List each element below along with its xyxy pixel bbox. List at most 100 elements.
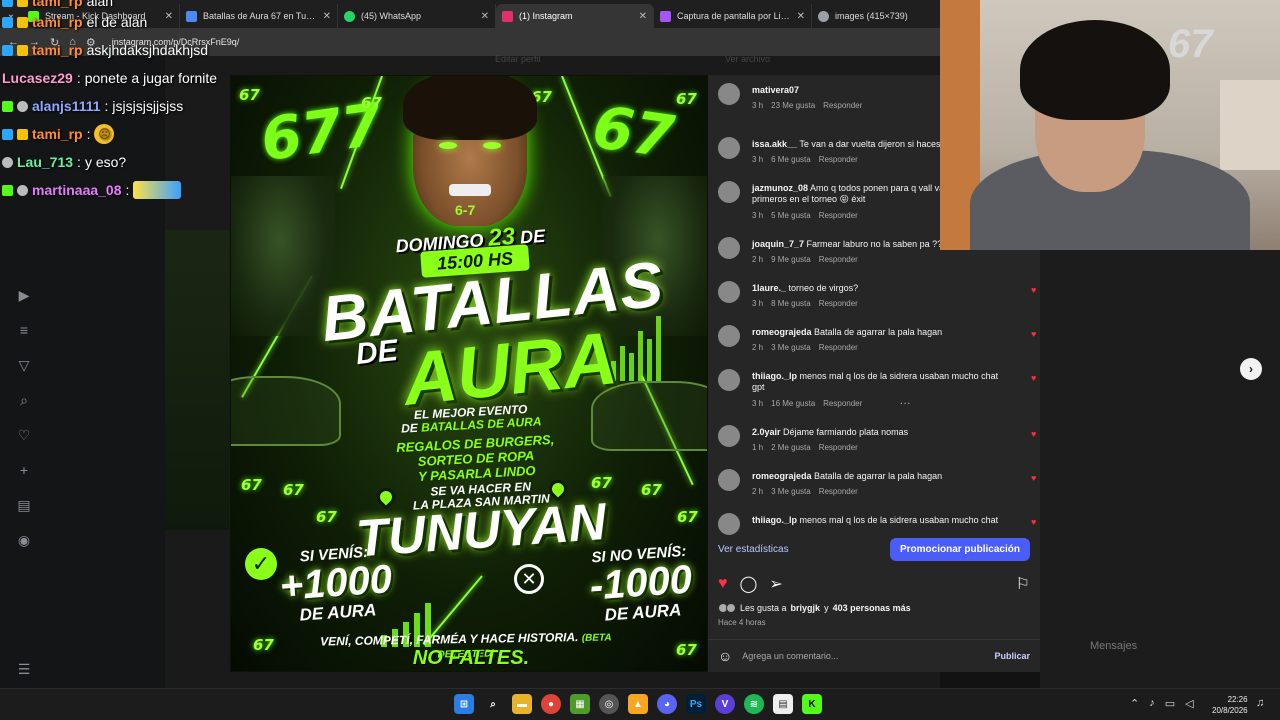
chevron-up-icon[interactable]: ⌃ [1130, 697, 1139, 710]
publish-button[interactable]: Publicar [994, 651, 1030, 661]
comment-username[interactable]: 1laure._ [752, 283, 786, 293]
chart-icon[interactable]: ▤ [12, 496, 36, 514]
view-stats-link[interactable]: Ver estadísticas [718, 544, 789, 555]
photoshop-icon[interactable]: Ps [686, 694, 706, 714]
close-tab-icon[interactable]: ✕ [797, 11, 805, 22]
likes-user[interactable]: briygjk [791, 603, 821, 613]
chat-username[interactable]: tami_rp [32, 14, 83, 30]
chat-username[interactable]: tami_rp [32, 126, 83, 142]
comment-likes[interactable]: 5 Me gusta [771, 211, 811, 220]
clock[interactable]: 22:26 20/8/2026 [1212, 694, 1248, 716]
reply-button[interactable]: Responder [819, 487, 858, 496]
menu-icon[interactable]: ☰ [12, 660, 36, 678]
comment-username[interactable]: joaquin_7_7 [752, 239, 804, 249]
comment-icon[interactable]: ◯ [740, 574, 758, 594]
volume-icon[interactable]: ◁ [1185, 697, 1193, 710]
spotify-icon[interactable]: ≋ [744, 694, 764, 714]
search-icon[interactable]: ⌕ [483, 694, 503, 714]
tab-instagram[interactable]: (1) Instagram ✕ [496, 4, 654, 28]
avatar[interactable] [718, 513, 740, 535]
comment-likes[interactable]: 23 Me gusta [771, 101, 815, 110]
chat-username[interactable]: tami_rp [32, 0, 83, 9]
share-icon[interactable]: ➢ [769, 574, 782, 594]
heart-filled-icon[interactable]: ♥ [1031, 473, 1036, 483]
comment-username[interactable]: romeograjeda [752, 327, 812, 337]
comment-input[interactable] [742, 651, 985, 661]
reply-button[interactable]: Responder [823, 399, 862, 408]
heart-filled-icon[interactable]: ♥ [1031, 429, 1036, 439]
brave-icon[interactable]: ▲ [628, 694, 648, 714]
comment-likes[interactable]: 16 Me gusta [771, 399, 815, 408]
avatar[interactable] [718, 181, 740, 203]
comment-likes[interactable]: 8 Me gusta [771, 299, 811, 308]
avatar[interactable] [718, 325, 740, 347]
comment-username[interactable]: thiiago._lp [752, 371, 797, 381]
notification-bell-icon[interactable]: ♫ [1256, 697, 1264, 709]
chat-username[interactable]: alanjs1111 [32, 98, 101, 114]
close-tab-icon[interactable]: ✕ [639, 11, 647, 22]
tab-whatsapp[interactable]: (45) WhatsApp ✕ [338, 4, 496, 28]
next-post-button[interactable]: › [1240, 358, 1262, 380]
avatar[interactable] [718, 237, 740, 259]
heart-filled-icon[interactable]: ♥ [1031, 517, 1036, 527]
bookmark-icon[interactable]: ⚐ [1016, 574, 1030, 594]
kick-icon[interactable]: K [802, 694, 822, 714]
notepad-icon[interactable]: ▤ [773, 694, 793, 714]
comment-likes[interactable]: 6 Me gusta [771, 155, 811, 164]
tab-images[interactable]: images (415×739) [812, 4, 932, 28]
discord-icon[interactable]: ◕ [657, 694, 677, 714]
emoji-icon[interactable]: ☺ [718, 648, 732, 664]
chat-username[interactable]: martinaaa_08 [32, 182, 122, 198]
file-explorer-icon[interactable]: ▬ [512, 694, 532, 714]
comment-likes[interactable]: 3 Me gusta [771, 487, 811, 496]
likes-count[interactable]: 403 personas más [833, 603, 911, 613]
avatar[interactable] [718, 137, 740, 159]
minecraft-icon[interactable]: ▦ [570, 694, 590, 714]
avatar[interactable] [718, 83, 740, 105]
video-icon[interactable]: ▶ [12, 286, 36, 304]
list-icon[interactable]: ≡ [12, 321, 36, 339]
reply-button[interactable]: Responder [819, 255, 858, 264]
filter-icon[interactable]: ▽ [12, 356, 36, 374]
heart-filled-icon[interactable]: ♥ [718, 575, 728, 593]
plus-icon[interactable]: + [12, 461, 36, 479]
vpn-icon[interactable]: V [715, 694, 735, 714]
chat-username[interactable]: Lucasez29 [2, 70, 73, 86]
microphone-icon[interactable]: ♪ [1149, 697, 1155, 710]
tab-lightshot[interactable]: Captura de pantalla por Lightshot ✕ [654, 4, 812, 28]
more-options-icon[interactable]: ··· [900, 399, 911, 408]
network-icon[interactable]: ▭ [1165, 697, 1175, 710]
comment-likes[interactable]: 9 Me gusta [771, 255, 811, 264]
obs-icon[interactable]: ◎ [599, 694, 619, 714]
chat-username[interactable]: Lau_713 [17, 154, 73, 170]
reply-button[interactable]: Responder [819, 343, 858, 352]
close-tab-icon[interactable]: ✕ [481, 11, 489, 22]
heart-filled-icon[interactable]: ♥ [1031, 373, 1036, 383]
heart-filled-icon[interactable]: ♥ [1031, 329, 1036, 339]
messages-label[interactable]: Mensajes [1090, 640, 1137, 652]
comment-likes[interactable]: 3 Me gusta [771, 343, 811, 352]
avatar[interactable] [718, 369, 740, 391]
chat-username[interactable]: tami_rp [32, 42, 83, 58]
comment-username[interactable]: mativera07 [752, 85, 799, 95]
comment-username[interactable]: issa.akk__ [752, 139, 797, 149]
avatar[interactable] [718, 281, 740, 303]
comment-username[interactable]: jazmunoz_08 [752, 183, 808, 193]
reply-button[interactable]: Responder [819, 299, 858, 308]
comment-username[interactable]: romeograjeda [752, 471, 812, 481]
avatar[interactable] [718, 425, 740, 447]
comment-username[interactable]: 2.0yair [752, 427, 781, 437]
reply-button[interactable]: Responder [819, 155, 858, 164]
reply-button[interactable]: Responder [819, 443, 858, 452]
chrome-icon[interactable]: ● [541, 694, 561, 714]
comment-likes[interactable]: 2 Me gusta [771, 443, 811, 452]
reply-button[interactable]: Responder [819, 211, 858, 220]
close-tab-icon[interactable]: ✕ [323, 11, 331, 22]
windows-start-icon[interactable]: ⊞ [454, 694, 474, 714]
promote-button[interactable]: Promocionar publicación [889, 537, 1030, 561]
heart-icon[interactable]: ♡ [12, 426, 36, 444]
avatar[interactable] [718, 469, 740, 491]
comment-username[interactable]: thiiago._lp [752, 515, 797, 525]
profile-icon[interactable]: ◉ [12, 531, 36, 549]
reply-button[interactable]: Responder [823, 101, 862, 110]
